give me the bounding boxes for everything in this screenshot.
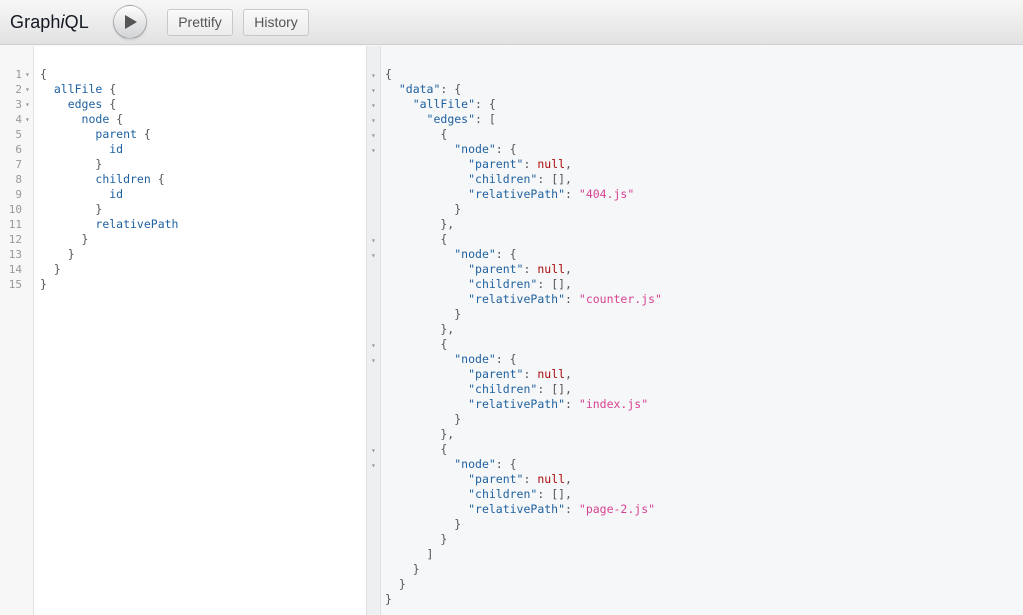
app-title-prefix: Graph	[10, 12, 61, 32]
result-line: "edges": [	[426, 112, 496, 126]
query-line: }	[40, 157, 103, 171]
query-line: node {	[81, 112, 124, 126]
query-line: }	[40, 247, 75, 261]
result-line: }	[385, 592, 392, 606]
result-line: "children": [],	[468, 277, 572, 291]
app-title: GraphiQL	[10, 12, 89, 33]
app-title-suffix: QL	[64, 12, 89, 32]
fold-marker-icon[interactable]: ▾	[371, 443, 376, 458]
line-number: 12	[8, 233, 22, 246]
prettify-button[interactable]: Prettify	[167, 9, 233, 36]
result-line: "parent": null,	[468, 262, 572, 276]
line-number: 2	[15, 83, 22, 96]
fold-marker-icon[interactable]: ▾	[25, 82, 30, 97]
result-line: "relativePath": "404.js"	[468, 187, 635, 201]
line-number: 14	[8, 263, 22, 276]
fold-marker-icon[interactable]: ▾	[371, 458, 376, 473]
result-line: ]	[385, 547, 434, 561]
query-line: children {	[95, 172, 165, 186]
result-line: "parent": null,	[468, 367, 572, 381]
query-line: relativePath	[95, 217, 179, 231]
result-line: "relativePath": "page-2.js"	[468, 502, 656, 516]
fold-marker-icon[interactable]: ▾	[25, 97, 30, 112]
result-line: },	[385, 322, 455, 336]
query-editor[interactable]: 1 ▾{2 ▾ allFile {3 ▾ edges {4 ▾ node {5 pare…	[0, 46, 367, 615]
query-line: }	[40, 202, 103, 216]
result-line: "node": {	[454, 247, 517, 261]
query-line: id	[109, 142, 124, 156]
result-line: }	[385, 517, 462, 531]
result-line: "node": {	[454, 352, 517, 366]
result-line: "allFile": {	[412, 97, 496, 111]
result-line: "children": [],	[468, 487, 572, 501]
query-line: id	[109, 187, 124, 201]
result-line: {	[385, 337, 448, 351]
result-line: }	[385, 577, 406, 591]
result-line: }	[385, 562, 420, 576]
fold-marker-icon[interactable]: ▾	[25, 112, 30, 127]
fold-marker-icon[interactable]: ▾	[371, 68, 376, 83]
fold-marker-icon[interactable]: ▾	[371, 83, 376, 98]
result-line: "parent": null,	[468, 472, 572, 486]
fold-marker-icon[interactable]: ▾	[371, 113, 376, 128]
result-line: "parent": null,	[468, 157, 572, 171]
line-number: 10	[8, 203, 22, 216]
result-viewer[interactable]: ▾ { ▾ "data": { ▾ "allFile": { ▾ "edges": [ ▾…	[367, 46, 1023, 615]
result-line: },	[385, 217, 455, 231]
result-line: "data": {	[398, 82, 462, 96]
result-line: }	[385, 532, 448, 546]
result-line: {	[385, 67, 392, 81]
line-number: 15	[8, 278, 22, 291]
history-button[interactable]: History	[243, 9, 309, 36]
line-number: 8	[15, 173, 22, 186]
result-line: }	[385, 412, 462, 426]
fold-marker-icon[interactable]: ▾	[371, 143, 376, 158]
result-line: "children": [],	[468, 172, 572, 186]
result-line: "relativePath": "index.js"	[468, 397, 649, 411]
fold-marker-icon[interactable]: ▾	[371, 353, 376, 368]
result-line: "node": {	[454, 457, 517, 471]
fold-marker-icon[interactable]: ▾	[371, 233, 376, 248]
result-line: }	[385, 307, 462, 321]
fold-marker-icon[interactable]: ▾	[371, 98, 376, 113]
result-line: "children": [],	[468, 382, 572, 396]
line-number: 13	[8, 248, 22, 261]
line-number: 3	[15, 98, 22, 111]
execute-query-button[interactable]	[113, 5, 147, 39]
line-number: 7	[15, 158, 22, 171]
result-line: "node": {	[454, 142, 517, 156]
line-number: 5	[15, 128, 22, 141]
result-line: {	[385, 442, 448, 456]
fold-marker-icon[interactable]: ▾	[371, 248, 376, 263]
result-line: },	[385, 427, 455, 441]
query-line: allFile {	[53, 82, 117, 96]
result-line: {	[385, 232, 448, 246]
fold-marker-icon[interactable]: ▾	[371, 338, 376, 353]
toolbar: GraphiQL Prettify History	[0, 0, 1023, 45]
query-line: {	[40, 67, 47, 81]
result-line: {	[385, 127, 448, 141]
result-line: }	[385, 202, 462, 216]
fold-marker-icon[interactable]: ▾	[371, 128, 376, 143]
line-number: 9	[15, 188, 22, 201]
line-number: 1	[15, 68, 22, 81]
query-line: }	[40, 262, 61, 276]
query-line: edges {	[67, 97, 117, 111]
line-number: 6	[15, 143, 22, 156]
play-icon	[125, 15, 137, 29]
query-line: parent {	[95, 127, 151, 141]
query-line: }	[40, 277, 47, 291]
line-number: 11	[8, 218, 22, 231]
line-number: 4	[15, 113, 22, 126]
result-line: "relativePath": "counter.js"	[468, 292, 662, 306]
fold-marker-icon[interactable]: ▾	[25, 67, 30, 82]
query-line: }	[40, 232, 89, 246]
